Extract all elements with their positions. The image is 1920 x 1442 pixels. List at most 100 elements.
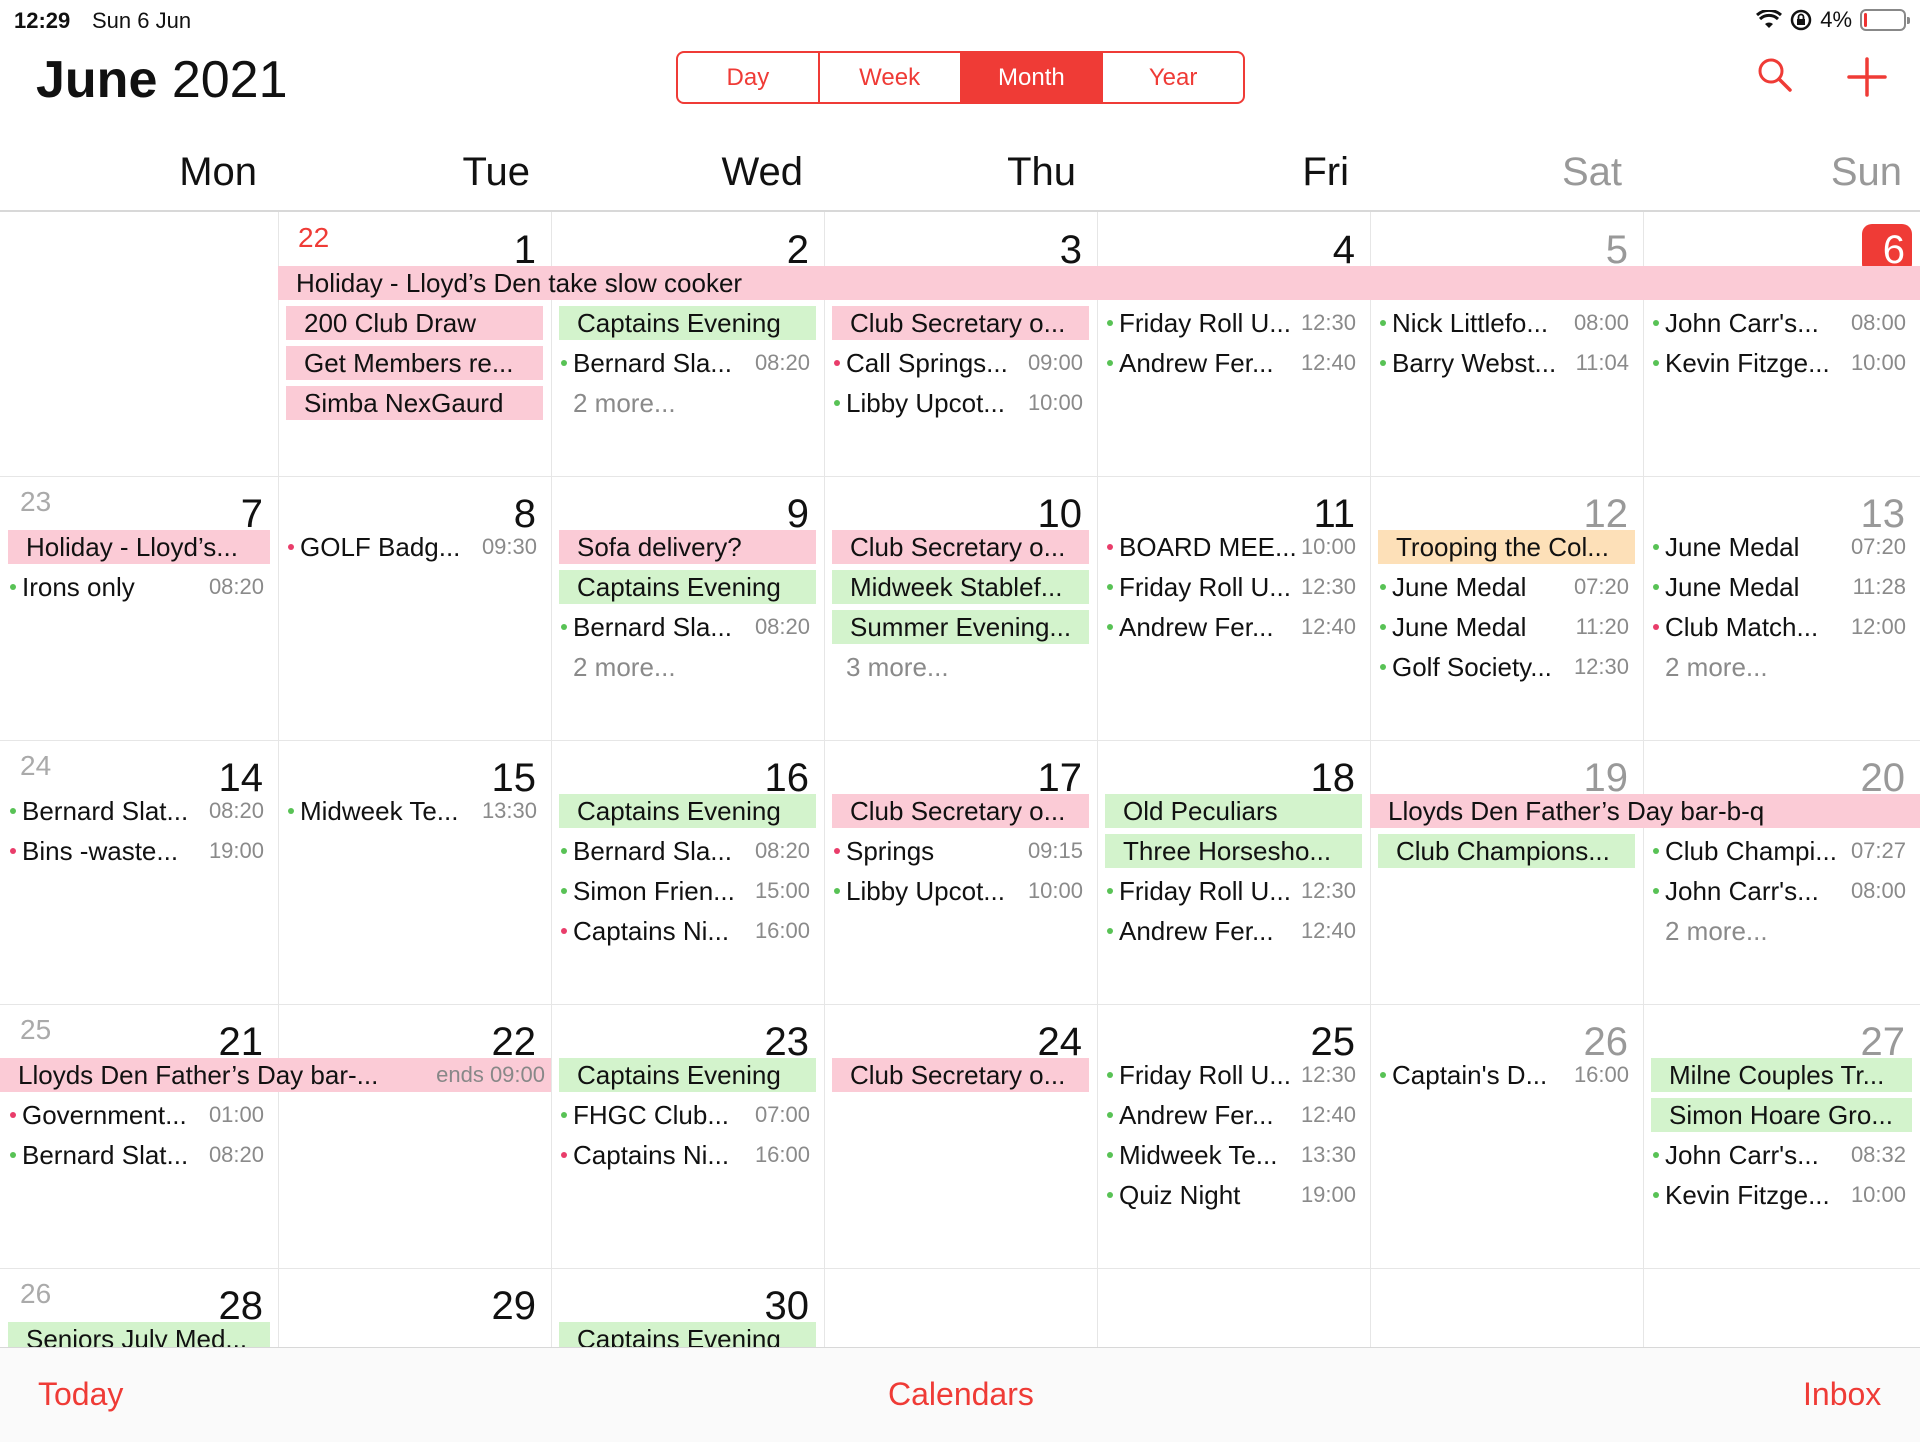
timed-event[interactable]: June Medal 11:28 [1653,570,1906,604]
all-day-event[interactable]: Club Secretary o... [832,794,1089,828]
timed-event[interactable]: Libby Upcot... 10:00 [834,874,1083,908]
timed-event[interactable]: Bernard Sla... 08:20 [561,834,810,868]
view-week-button[interactable]: Week [820,53,962,102]
timed-event[interactable]: Friday Roll U... 12:30 [1107,1058,1356,1092]
timed-event[interactable]: Barry Webst... 11:04 [1380,346,1629,380]
timed-event[interactable]: Libby Upcot... 10:00 [834,386,1083,420]
all-day-event[interactable]: Lloyds Den Father’s Day bar-... ends 09:0… [0,1058,551,1092]
timed-event[interactable]: Andrew Fer... 12:40 [1107,914,1356,948]
more-events-link[interactable]: 2 more... [573,650,676,684]
timed-event[interactable]: GOLF Badg... 09:30 [288,530,537,564]
all-day-event[interactable]: Captains Evening [559,1058,816,1092]
timed-event[interactable]: Captain's D... 16:00 [1380,1058,1629,1092]
timed-event[interactable]: Kevin Fitzge... 10:00 [1653,346,1906,380]
timed-event[interactable]: John Carr's... 08:00 [1653,306,1906,340]
all-day-event[interactable]: Three Horsesho... [1105,834,1362,868]
timed-event[interactable]: June Medal 07:20 [1653,530,1906,564]
all-day-event[interactable]: Milne Couples Tr... [1651,1058,1912,1092]
title-month: June [36,51,158,109]
view-month-button[interactable]: Month [961,53,1104,102]
timed-event[interactable]: Bernard Sla... 08:20 [561,610,810,644]
timed-event[interactable]: FHGC Club... 07:00 [561,1098,810,1132]
event-title: Bernard Slat... [22,1140,189,1170]
all-day-event[interactable]: Captains Evening [559,306,816,340]
timed-event[interactable]: Golf Society... 12:30 [1380,650,1629,684]
calendar-color-dot [1653,848,1659,854]
more-events-link[interactable]: 2 more... [573,386,676,420]
timed-event[interactable]: Captains Ni... 16:00 [561,914,810,948]
more-events-link[interactable]: 2 more... [1665,914,1768,948]
timed-event[interactable]: Quiz Night 19:00 [1107,1178,1356,1212]
timed-event[interactable]: Captains Ni... 16:00 [561,1138,810,1172]
event-time: 12:30 [1300,878,1356,903]
all-day-event[interactable]: Simba NexGaurd [286,386,543,420]
event-title: June Medal [1392,572,1527,602]
event-time: 07:20 [1850,534,1906,559]
timed-event[interactable]: June Medal 11:20 [1380,610,1629,644]
all-day-event[interactable]: 200 Club Draw [286,306,543,340]
timed-event[interactable]: Club Match... 12:00 [1653,610,1906,644]
view-day-button[interactable]: Day [678,53,820,102]
timed-event[interactable]: Andrew Fer... 12:40 [1107,346,1356,380]
timed-event[interactable]: Call Springs... 09:00 [834,346,1083,380]
timed-event[interactable]: Club Champi... 07:27 [1653,834,1906,868]
timed-event[interactable]: Midweek Te... 13:30 [288,794,537,828]
more-events-link[interactable]: 3 more... [846,650,949,684]
timed-event[interactable]: Friday Roll U... 12:30 [1107,306,1356,340]
all-day-event[interactable]: Old Peculiars [1105,794,1362,828]
row-divider [0,476,1920,477]
all-day-event[interactable]: Simon Hoare Gro... [1651,1098,1912,1132]
calendar-color-dot [561,1152,567,1158]
calendar-color-dot [561,888,567,894]
timed-event[interactable]: Irons only 08:20 [10,570,264,604]
day-number[interactable]: 29 [416,1284,537,1329]
more-events-link[interactable]: 2 more... [1665,650,1768,684]
timed-event[interactable]: Bernard Slat... 08:20 [10,1138,264,1172]
timed-event[interactable]: Nick Littlefo... 08:00 [1380,306,1629,340]
timed-event[interactable]: Friday Roll U... 12:30 [1107,874,1356,908]
timed-event[interactable]: Friday Roll U... 12:30 [1107,570,1356,604]
event-time: 11:04 [1575,350,1629,375]
timed-event[interactable]: Kevin Fitzge... 10:00 [1653,1178,1906,1212]
all-day-event[interactable]: Captains Evening [559,570,816,604]
calendar-color-dot [561,1112,567,1118]
all-day-event[interactable]: Seniors July Med... [8,1322,270,1347]
timed-event[interactable]: Bins -waste... 19:00 [10,834,264,868]
timed-event[interactable]: Midweek Te... 13:30 [1107,1138,1356,1172]
today-button[interactable]: Today [38,1376,123,1413]
event-title: Holiday - Lloyd’s Den take slow cooker [296,268,743,298]
timed-event[interactable]: John Carr's... 08:32 [1653,1138,1906,1172]
all-day-event[interactable]: Captains Evening [559,1322,816,1347]
all-day-event[interactable]: Trooping the Col... [1378,530,1635,564]
timed-event[interactable]: Simon Frien... 15:00 [561,874,810,908]
all-day-event[interactable]: Club Secretary o... [832,306,1089,340]
all-day-event[interactable]: Sofa delivery? [559,530,816,564]
all-day-event[interactable]: Lloyds Den Father’s Day bar-b-q [1370,794,1920,828]
timed-event[interactable]: Springs 09:15 [834,834,1083,868]
timed-event[interactable]: Bernard Slat... 08:20 [10,794,264,828]
calendars-button[interactable]: Calendars [888,1376,1034,1413]
status-date: Sun 6 Jun [92,8,192,33]
all-day-event[interactable]: Holiday - Lloyd’s... [8,530,270,564]
timed-event[interactable]: BOARD MEE... 10:00 [1107,530,1356,564]
all-day-event[interactable]: Get Members re... [286,346,543,380]
all-day-event[interactable]: Holiday - Lloyd’s Den take slow cooker [278,266,1920,300]
inbox-button[interactable]: Inbox [1803,1376,1881,1413]
all-day-event[interactable]: Club Champions... [1378,834,1635,868]
all-day-event[interactable]: Summer Evening... [832,610,1089,644]
all-day-event[interactable]: Club Secretary o... [832,530,1089,564]
all-day-event[interactable]: Captains Evening [559,794,816,828]
calendar-color-dot [1380,360,1386,366]
timed-event[interactable]: Andrew Fer... 12:40 [1107,610,1356,644]
all-day-event[interactable]: Midweek Stablef... [832,570,1089,604]
event-title: Lloyds Den Father’s Day bar-... [18,1060,379,1090]
timed-event[interactable]: June Medal 07:20 [1380,570,1629,604]
timed-event[interactable]: Government... 01:00 [10,1098,264,1132]
timed-event[interactable]: Bernard Sla... 08:20 [561,346,810,380]
plus-icon[interactable] [1845,55,1889,99]
search-icon[interactable] [1755,55,1795,95]
timed-event[interactable]: John Carr's... 08:00 [1653,874,1906,908]
timed-event[interactable]: Andrew Fer... 12:40 [1107,1098,1356,1132]
all-day-event[interactable]: Club Secretary o... [832,1058,1089,1092]
view-year-button[interactable]: Year [1103,53,1243,102]
